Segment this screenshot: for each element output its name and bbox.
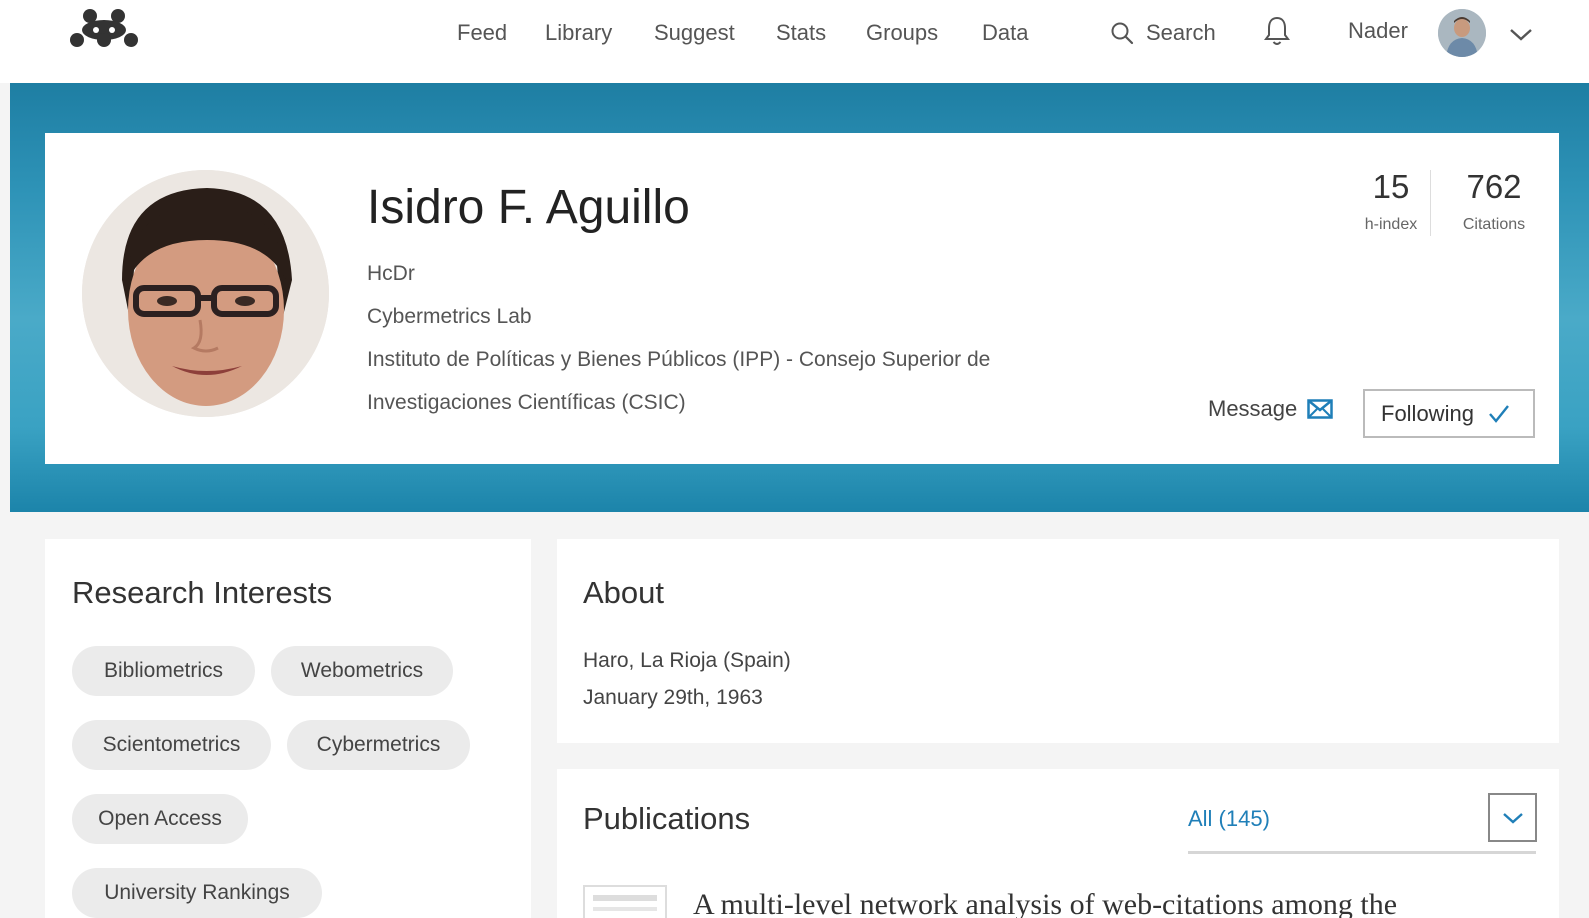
- about-location: Haro, La Rioja (Spain): [583, 649, 791, 672]
- about-card: [557, 539, 1559, 743]
- profile-name: Isidro F. Aguillo: [367, 181, 690, 234]
- nav-library[interactable]: Library: [545, 20, 612, 46]
- interest-chip-scientometrics[interactable]: Scientometrics: [72, 720, 271, 770]
- publications-dropdown-button[interactable]: [1488, 793, 1537, 842]
- envelope-icon: [1307, 399, 1334, 419]
- publications-filter-underline: [1188, 851, 1536, 854]
- h-index-label: h-index: [1364, 216, 1418, 233]
- profile-photo: [82, 170, 329, 417]
- about-title: About: [583, 575, 665, 610]
- document-icon: [593, 895, 657, 911]
- search-icon: [1111, 22, 1134, 45]
- chevron-down-icon: [1502, 812, 1523, 824]
- nav-search[interactable]: Search: [1110, 20, 1216, 46]
- checkmark-icon: [1489, 404, 1509, 423]
- interest-chip-cybermetrics[interactable]: Cybermetrics: [287, 720, 470, 770]
- profile-title: HcDr: [367, 262, 415, 285]
- user-avatar[interactable]: [1438, 9, 1486, 57]
- interest-chip-open-access[interactable]: Open Access: [72, 794, 248, 844]
- user-avatar-image: [1438, 9, 1486, 57]
- research-interests-title: Research Interests: [72, 575, 333, 610]
- message-label: Message: [1208, 396, 1298, 421]
- about-birthdate: January 29th, 1963: [583, 686, 763, 709]
- nav-feed[interactable]: Feed: [457, 20, 507, 46]
- notifications-bell-icon[interactable]: [1262, 14, 1292, 48]
- publication-title[interactable]: A multi-level network analysis of web-ci…: [693, 888, 1397, 918]
- interest-chip-webometrics[interactable]: Webometrics: [271, 646, 453, 696]
- following-label: Following: [1381, 400, 1474, 426]
- metrics-divider: [1430, 170, 1431, 236]
- profile-department: Cybermetrics Lab: [367, 305, 532, 328]
- publications-filter[interactable]: All (145): [1188, 806, 1270, 832]
- citations-metric: 762 Citations: [1446, 168, 1542, 234]
- nav-data[interactable]: Data: [982, 20, 1028, 46]
- interest-chip-bibliometrics[interactable]: Bibliometrics: [72, 646, 255, 696]
- search-label: Search: [1146, 20, 1216, 45]
- interest-chip-university-rankings[interactable]: University Rankings: [72, 868, 322, 918]
- h-index-metric: 15 h-index: [1356, 168, 1426, 234]
- citations-value: 762: [1466, 168, 1522, 205]
- profile-institution-line2: Investigaciones Científicas (CSIC): [367, 391, 686, 414]
- mendeley-logo-icon[interactable]: [68, 6, 140, 50]
- citations-label: Citations: [1462, 216, 1526, 233]
- message-button[interactable]: Message: [1208, 396, 1334, 422]
- publication-thumbnail[interactable]: [583, 885, 667, 918]
- following-button[interactable]: Following: [1363, 389, 1535, 438]
- user-menu-chevron-down-icon[interactable]: [1508, 24, 1534, 44]
- nav-groups[interactable]: Groups: [866, 20, 938, 46]
- h-index-value: 15: [1372, 168, 1410, 205]
- publications-title: Publications: [583, 801, 751, 836]
- nav-suggest[interactable]: Suggest: [654, 20, 735, 46]
- top-navbar: Feed Library Suggest Stats Groups Data S…: [0, 0, 1589, 83]
- user-name[interactable]: Nader: [1348, 18, 1408, 44]
- profile-institution-line1: Instituto de Políticas y Bienes Públicos…: [367, 348, 991, 371]
- nav-stats[interactable]: Stats: [776, 20, 826, 46]
- profile-photo-image: [82, 170, 329, 417]
